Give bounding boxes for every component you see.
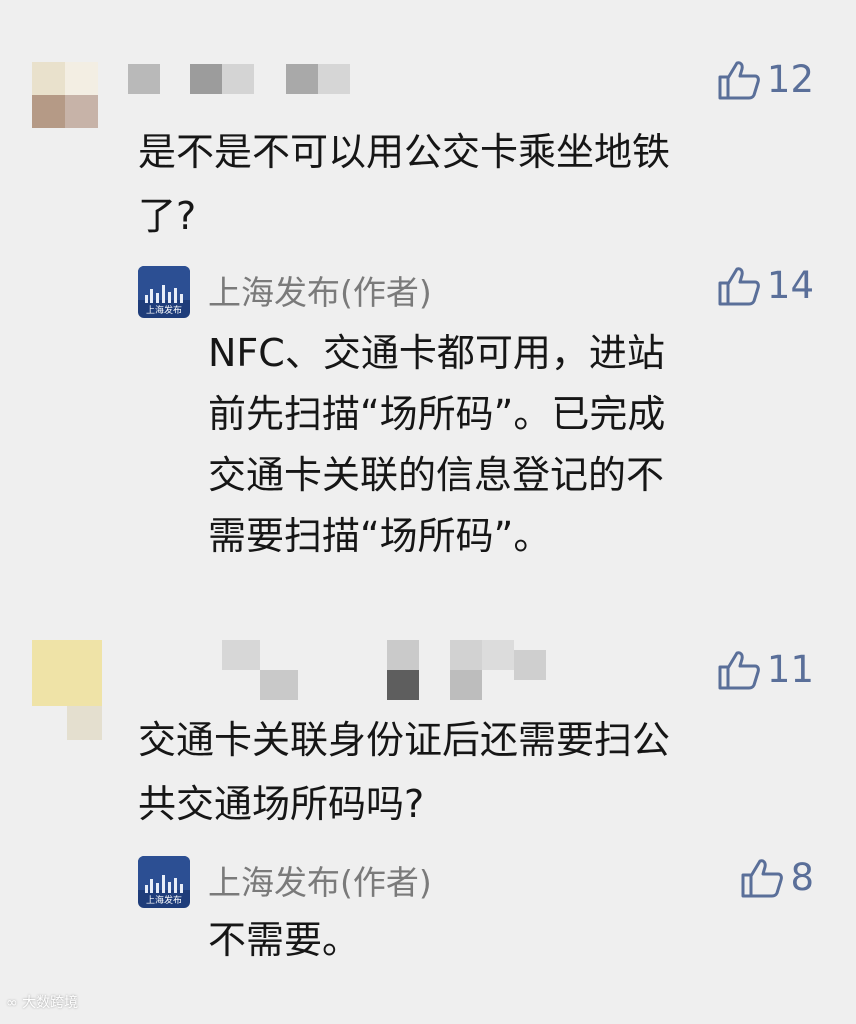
comment-text: 交通卡关联身份证后还需要扫公 共交通场所码吗?	[138, 718, 671, 826]
avatar-logo-text: 上海发布	[145, 306, 182, 316]
thumbs-up-icon	[718, 650, 760, 689]
like-button[interactable]: 12	[717, 58, 814, 101]
author-avatar[interactable]: 上海发布	[138, 856, 190, 908]
like-count: 14	[766, 264, 814, 307]
like-button[interactable]: 11	[717, 648, 814, 691]
thumbs-up-icon	[718, 266, 760, 305]
like-count: 11	[766, 648, 814, 691]
reply-text: 不需要。	[208, 918, 361, 962]
author-avatar[interactable]: 上海发布	[138, 266, 190, 318]
thumbs-up-icon	[741, 858, 784, 897]
user-avatar-blurred[interactable]	[32, 62, 98, 128]
like-count: 8	[790, 856, 814, 899]
comment-thread: { "comments": [ { "likes": "12", "text_l…	[0, 0, 856, 1024]
comment-text: 是不是不可以用公交卡乘坐地铁 了?	[138, 130, 671, 238]
user-name-blurred[interactable]	[128, 64, 358, 94]
author-name[interactable]: 上海发布(作者)	[208, 266, 432, 314]
like-button[interactable]: 14	[717, 264, 814, 307]
avatar-logo-text: 上海发布	[145, 896, 182, 906]
watermark: ∞ 大数跨境	[6, 995, 79, 1011]
author-name[interactable]: 上海发布(作者)	[208, 856, 432, 904]
like-button[interactable]: 8	[740, 856, 814, 899]
thumbs-up-icon	[718, 60, 760, 99]
reply-text: NFC、交通卡都可用，进站 前先扫描“场所码”。已完成 交通卡关联的信息登记的不…	[208, 331, 666, 558]
watermark-logo-icon: ∞	[6, 995, 23, 1011]
user-name-blurred[interactable]	[222, 640, 602, 700]
user-avatar-blurred[interactable]	[32, 640, 102, 740]
like-count: 12	[766, 58, 814, 101]
